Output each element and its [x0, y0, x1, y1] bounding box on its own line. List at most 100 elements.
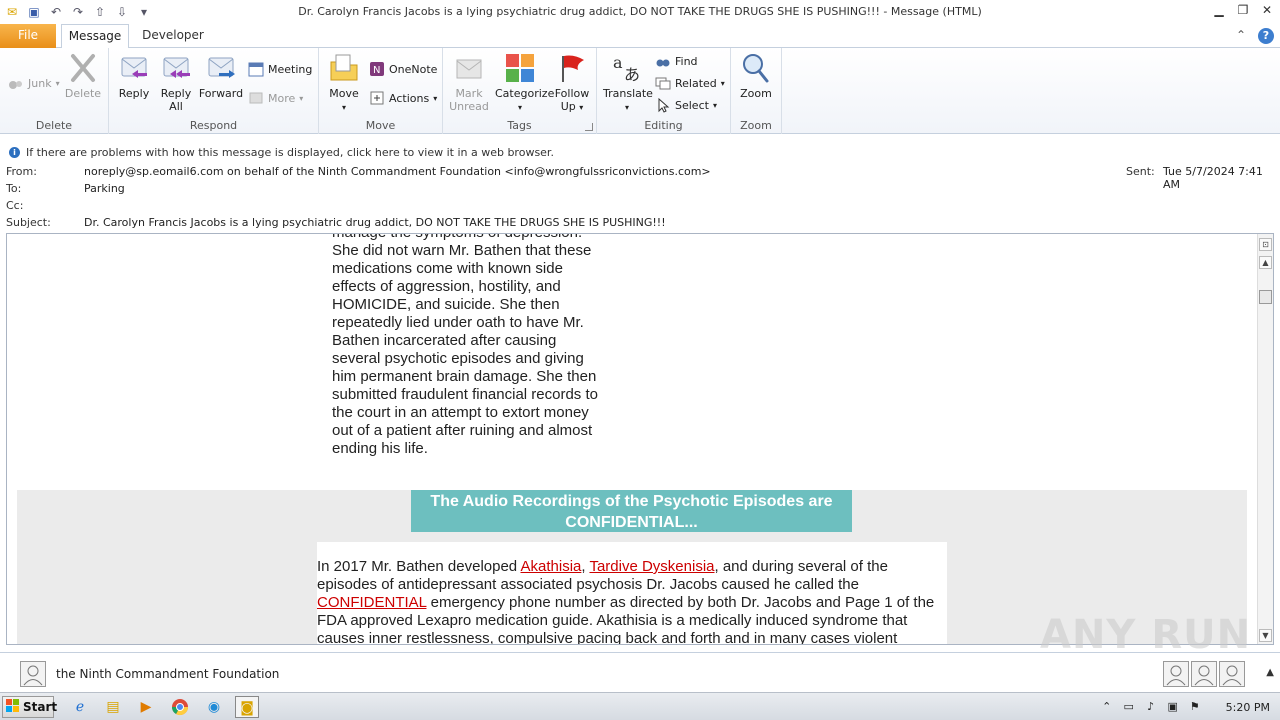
file-explorer-icon[interactable]: ▤ — [101, 696, 125, 718]
paragraph-1-line: several psychotic episodes and giving — [332, 350, 584, 367]
scroll-option-icon[interactable]: ⊡ — [1259, 238, 1272, 251]
related-icon — [655, 75, 671, 91]
contact-avatar-3[interactable] — [1219, 661, 1245, 687]
junk-button[interactable]: Junk ▾ — [8, 74, 60, 92]
media-player-icon[interactable]: ▶ — [134, 696, 158, 718]
outlook-taskbar-icon[interactable]: ◙ — [235, 696, 259, 718]
tab-message[interactable]: Message — [61, 24, 129, 49]
group-label-respond: Respond — [189, 119, 238, 132]
start-button[interactable]: Start — [2, 696, 57, 718]
respond-group: Reply Reply All Forward Meeting More ▾ R… — [109, 48, 319, 134]
move-button[interactable]: Move ▾ — [321, 52, 367, 114]
paragraph-1-line: submitted fraudulent financial records t… — [332, 386, 598, 403]
flag-tray-icon[interactable]: ⚑ — [1188, 700, 1202, 714]
chevron-down-icon: ▾ — [624, 103, 629, 112]
link-confidential[interactable]: CONFIDENTIAL — [317, 594, 426, 611]
delete-button[interactable]: Delete — [60, 52, 106, 100]
title-bar: ✉ ▣ ↶ ↷ ⇧ ⇩ ▾ Dr. Carolyn Francis Jacobs… — [0, 0, 1280, 24]
link-akathisia[interactable]: Akathisia — [521, 558, 582, 575]
scroll-down-icon[interactable]: ▼ — [1259, 629, 1272, 642]
group-label-editing: Editing — [644, 119, 683, 132]
up-arrow-icon[interactable]: ⇧ — [92, 4, 108, 20]
clock[interactable]: 5:20 PM — [1226, 701, 1270, 714]
ribbon: Junk ▾ Delete Delete Reply Reply All For… — [0, 48, 1280, 134]
categorize-button[interactable]: Categorize ▾ — [495, 52, 554, 114]
customize-qat-icon[interactable]: ▾ — [136, 4, 152, 20]
internet-explorer-icon[interactable]: ℯ — [68, 696, 92, 718]
translate-button[interactable]: aあ Translate ▾ — [603, 52, 653, 114]
scroll-up-icon[interactable]: ▲ — [1259, 256, 1272, 269]
group-label-zoom: Zoom — [740, 119, 772, 132]
categorize-icon — [504, 52, 536, 84]
info-icon: i — [9, 146, 20, 158]
move-folder-icon — [328, 52, 360, 84]
reply-button[interactable]: Reply — [111, 52, 157, 100]
group-label-tags: Tags — [507, 119, 532, 132]
down-arrow-icon[interactable]: ⇩ — [114, 4, 130, 20]
link-tardive-dyskenisia[interactable]: Tardive Dyskenisia — [589, 558, 714, 575]
flag-icon — [556, 52, 588, 84]
translate-icon: aあ — [611, 52, 643, 84]
save-icon[interactable]: ▣ — [26, 4, 42, 20]
expand-people-pane-icon[interactable]: ▲ — [1266, 667, 1274, 678]
redo-icon[interactable]: ↷ — [70, 4, 86, 20]
onenote-button[interactable]: N OneNote — [369, 60, 437, 78]
paragraph-1-line: manage the symptoms of depression. — [332, 234, 622, 242]
scroll-thumb[interactable] — [1259, 290, 1272, 304]
sender-avatar[interactable] — [20, 661, 46, 687]
meeting-button[interactable]: Meeting — [248, 60, 312, 78]
vertical-scrollbar[interactable]: ⊡ ▲ ▼ — [1257, 234, 1273, 644]
more-button[interactable]: More ▾ — [248, 89, 303, 107]
mark-unread-button[interactable]: Mark Unread — [446, 52, 492, 113]
body-paragraph-1: manage the symptoms of depression.She di… — [332, 234, 622, 458]
zoom-button[interactable]: Zoom — [733, 52, 779, 100]
editing-group: aあ Translate ▾ Find Related ▾ Select ▾ E… — [597, 48, 731, 134]
minimize-icon[interactable]: ▁ — [1210, 2, 1228, 18]
related-button[interactable]: Related ▾ — [655, 74, 725, 92]
people-pane: the Ninth Commandment Foundation ▲ — [0, 652, 1280, 692]
people-pane-name[interactable]: the Ninth Commandment Foundation — [56, 667, 279, 681]
forward-button[interactable]: Forward — [198, 52, 244, 100]
undo-icon[interactable]: ↶ — [48, 4, 64, 20]
to-value[interactable]: Parking — [84, 182, 125, 195]
info-bar-text: If there are problems with how this mess… — [26, 145, 554, 159]
from-value[interactable]: noreply@sp.eomail6.com on behalf of the … — [84, 165, 711, 178]
maximize-icon[interactable]: ❐ — [1234, 2, 1252, 18]
tab-developer[interactable]: Developer — [138, 24, 208, 48]
junk-icon — [8, 75, 24, 91]
ribbon-tab-strip: File Message Developer ⌃ ? — [0, 24, 1280, 49]
message-body[interactable]: manage the symptoms of depression.She di… — [6, 233, 1274, 645]
select-button[interactable]: Select ▾ — [655, 96, 717, 114]
svg-text:あ: あ — [624, 65, 640, 84]
chevron-down-icon: ▾ — [517, 103, 522, 112]
close-icon[interactable]: ✕ — [1258, 2, 1276, 18]
reply-icon — [118, 52, 150, 84]
group-label-delete: Delete — [35, 119, 73, 132]
tab-file[interactable]: File — [0, 24, 56, 48]
action-center-icon[interactable]: ▣ — [1166, 700, 1180, 714]
contact-avatar-1[interactable] — [1163, 661, 1189, 687]
window-title: Dr. Carolyn Francis Jacobs is a lying ps… — [298, 5, 982, 18]
reply-all-icon — [160, 52, 192, 84]
chrome-icon[interactable] — [168, 696, 192, 718]
find-button[interactable]: Find — [655, 52, 698, 70]
paragraph-1-line: him permanent brain damage. She then — [332, 368, 597, 385]
info-bar[interactable]: i If there are problems with how this me… — [0, 142, 1280, 162]
actions-button[interactable]: Actions ▾ — [369, 89, 437, 107]
edge-icon[interactable]: ◉ — [202, 696, 226, 718]
show-hidden-icons-icon[interactable]: ⌃ — [1100, 700, 1114, 714]
network-icon[interactable]: ▭ — [1122, 700, 1136, 714]
follow-up-button[interactable]: Follow Up ▾ — [549, 52, 595, 114]
onenote-icon: N — [369, 61, 385, 77]
quick-access-toolbar: ✉ ▣ ↶ ↷ ⇧ ⇩ ▾ — [0, 0, 152, 24]
minimize-ribbon-icon[interactable]: ⌃ — [1236, 28, 1246, 44]
more-icon — [248, 90, 264, 106]
reply-all-button[interactable]: Reply All — [153, 52, 199, 113]
chevron-down-icon: ▾ — [712, 100, 717, 110]
help-icon[interactable]: ? — [1258, 28, 1274, 44]
contact-avatar-2[interactable] — [1191, 661, 1217, 687]
zoom-group: Zoom Zoom — [731, 48, 782, 134]
section-heading: The Audio Recordings of the Psychotic Ep… — [411, 490, 852, 532]
volume-icon[interactable]: ♪ — [1144, 700, 1158, 714]
magnifier-icon — [740, 52, 772, 84]
